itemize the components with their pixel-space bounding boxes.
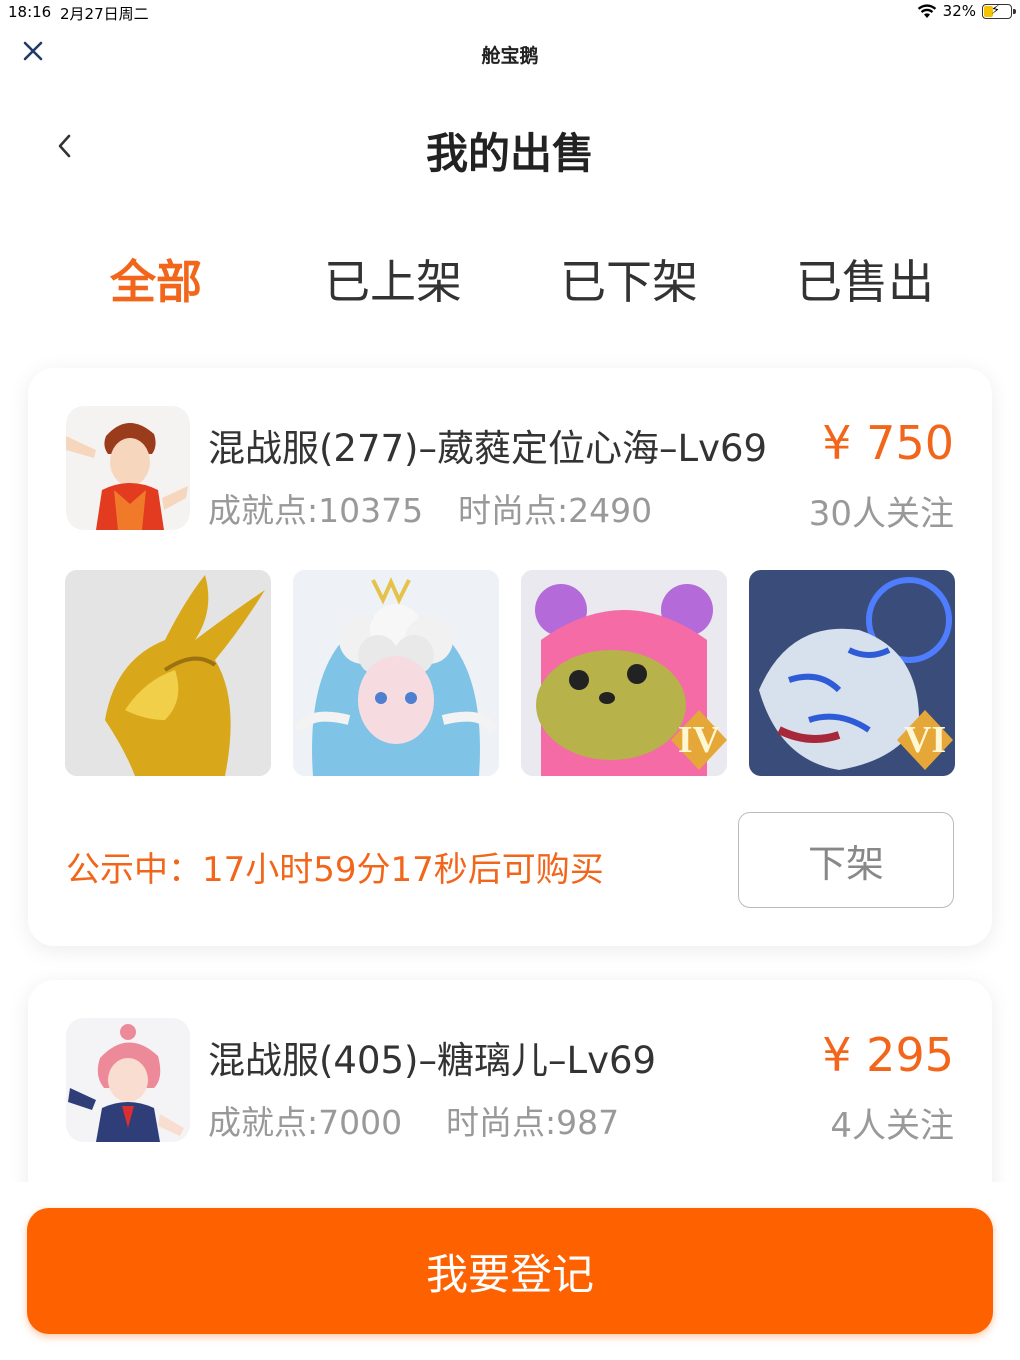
- tab-delisted[interactable]: 已下架: [560, 246, 698, 312]
- tab-all[interactable]: 全部: [110, 246, 202, 312]
- battery-charging-icon: ⚡: [982, 3, 1016, 19]
- battery-percent: 32%: [942, 2, 976, 20]
- tab-listed[interactable]: 已上架: [324, 246, 462, 312]
- watcher-count: 30人关注: [808, 494, 954, 534]
- status-bar: 18:16 2月27日周二 32% ⚡: [0, 0, 1020, 26]
- achievement-points: 成就点:7000: [208, 1103, 403, 1142]
- register-button[interactable]: 我要登记: [27, 1208, 993, 1334]
- character-portrait-image: [66, 406, 190, 530]
- delist-button[interactable]: 下架: [738, 812, 954, 908]
- fashion-points: 时尚点:987: [446, 1103, 620, 1142]
- cloud-maiden-thumbnail[interactable]: [293, 570, 499, 776]
- page: 18:16 2月27日周二 32% ⚡ 舱宝鹅 我的出售 全部 已上架 已下架 …: [0, 0, 1020, 1360]
- character-portrait-image: [66, 1018, 190, 1142]
- tab-sold[interactable]: 已售出: [796, 246, 934, 312]
- achievement-points: 成就点:10375: [208, 491, 424, 530]
- app-name: 舱宝鹅: [481, 45, 539, 67]
- status-date: 2月27日周二: [60, 5, 149, 23]
- filter-tabs: 全部 已上架 已下架 已售出: [0, 246, 1020, 310]
- wifi-icon: [917, 3, 936, 18]
- golden-dragon-thumbnail[interactable]: [65, 570, 271, 776]
- fashion-points: 时尚点:2490: [458, 491, 653, 530]
- character-avatar: [66, 406, 190, 530]
- status-right: 32% ⚡: [917, 2, 1016, 20]
- publicity-notice: 公示中：17小时59分17秒后可购买: [66, 850, 604, 890]
- listing-title: 混战服(277)–葳蕤定位心海–Lv69: [208, 427, 768, 470]
- watcher-count: 4人关注: [830, 1106, 954, 1146]
- listing-price: ¥ 295: [822, 1028, 954, 1082]
- listing-card[interactable]: 混战服(277)–葳蕤定位心海–Lv69 成就点:10375 时尚点:2490 …: [28, 368, 992, 946]
- item-thumbnails: IV VI: [65, 570, 955, 776]
- tier-badge-vi: VI: [904, 719, 946, 761]
- status-time: 18:16: [8, 3, 52, 21]
- tier-badge-iv: IV: [678, 719, 721, 761]
- listing-price: ¥ 750: [822, 416, 954, 470]
- character-avatar: [66, 1018, 190, 1142]
- pink-bear-pet-thumbnail[interactable]: IV: [521, 570, 727, 776]
- listing-title: 混战服(405)–糖璃儿–Lv69: [208, 1039, 657, 1082]
- page-title: 我的出售: [425, 129, 594, 178]
- white-tiger-pet-thumbnail[interactable]: VI: [749, 570, 955, 776]
